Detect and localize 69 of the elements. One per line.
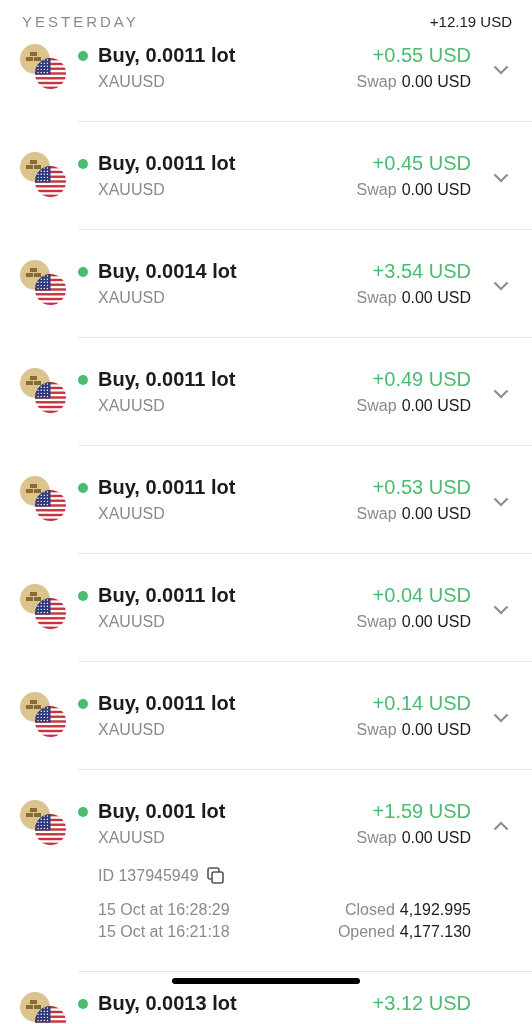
swap-label: Swap [356, 829, 397, 847]
status-dot [78, 266, 88, 277]
profit-amount: +3.12 USD [372, 992, 471, 1015]
opened-price: 4,177.130 [399, 923, 471, 941]
us-flag-icon [35, 706, 66, 737]
swap-value: 0.00 USD [401, 73, 471, 91]
section-total: +12.19 USD [429, 12, 512, 30]
section-title: YESTERDAY [22, 12, 139, 30]
swap-value: 0.00 USD [401, 829, 471, 847]
symbol-label: XAUUSD [98, 397, 165, 415]
us-flag-icon [35, 490, 66, 521]
trade-title: Buy, 0.0013 lot [98, 992, 237, 1015]
trade-id: ID 137945949 [98, 867, 199, 885]
opened-label: Opened [337, 923, 395, 941]
closed-label: Closed [345, 901, 395, 919]
status-dot [78, 806, 88, 817]
symbol-label: XAUUSD [98, 289, 165, 307]
copy-icon[interactable] [206, 867, 225, 885]
trade-title: Buy, 0.0011 lot [98, 44, 236, 67]
us-flag-icon [35, 814, 66, 845]
swap-value: 0.00 USD [401, 289, 471, 307]
status-dot [78, 590, 88, 601]
symbol-label: XAUUSD [98, 829, 165, 847]
us-flag-icon [35, 58, 66, 89]
swap-value: 0.00 USD [401, 613, 471, 631]
swap-label: Swap [356, 613, 397, 631]
swap-value: 0.00 USD [401, 721, 471, 739]
status-dot [78, 374, 88, 385]
symbol-label: XAUUSD [98, 505, 165, 523]
profit-amount: +0.49 USD [372, 368, 471, 391]
trade-title: Buy, 0.0011 lot [98, 368, 236, 391]
us-flag-icon [35, 598, 66, 629]
trade-title: Buy, 0.001 lot [98, 800, 226, 823]
profit-amount: +1.59 USD [372, 800, 471, 823]
swap-value: 0.00 USD [401, 397, 471, 415]
us-flag-icon [35, 382, 66, 413]
status-dot [78, 158, 88, 169]
symbol-label: XAUUSD [98, 181, 165, 199]
swap-label: Swap [356, 181, 397, 199]
profit-amount: +0.14 USD [372, 692, 471, 715]
trade-title: Buy, 0.0011 lot [98, 476, 236, 499]
status-dot [78, 698, 88, 709]
profit-amount: +0.04 USD [372, 584, 471, 607]
symbol-label: XAUUSD [98, 721, 165, 739]
profit-amount: +0.53 USD [372, 476, 471, 499]
status-dot [78, 482, 88, 493]
swap-label: Swap [356, 289, 397, 307]
swap-value: 0.00 USD [401, 505, 471, 523]
profit-amount: +0.45 USD [372, 152, 471, 175]
close-time: 15 Oct at 16:28:29 [98, 901, 230, 919]
swap-label: Swap [356, 721, 397, 739]
symbol-label: XAUUSD [98, 73, 165, 91]
profit-amount: +3.54 USD [372, 260, 471, 283]
closed-price: 4,192.995 [399, 901, 471, 919]
open-time: 15 Oct at 16:21:18 [98, 923, 230, 941]
swap-label: Swap [356, 505, 397, 523]
trade-title: Buy, 0.0011 lot [98, 692, 236, 715]
swap-label: Swap [356, 397, 397, 415]
status-dot [78, 998, 88, 1009]
us-flag-icon [35, 166, 66, 197]
trade-title: Buy, 0.0014 lot [98, 260, 237, 283]
status-dot [78, 50, 88, 61]
swap-label: Swap [356, 73, 397, 91]
us-flag-icon [35, 274, 66, 305]
trade-title: Buy, 0.0011 lot [98, 584, 236, 607]
swap-value: 0.00 USD [401, 181, 471, 199]
profit-amount: +0.55 USD [372, 44, 471, 67]
trade-title: Buy, 0.0011 lot [98, 152, 236, 175]
symbol-label: XAUUSD [98, 613, 165, 631]
